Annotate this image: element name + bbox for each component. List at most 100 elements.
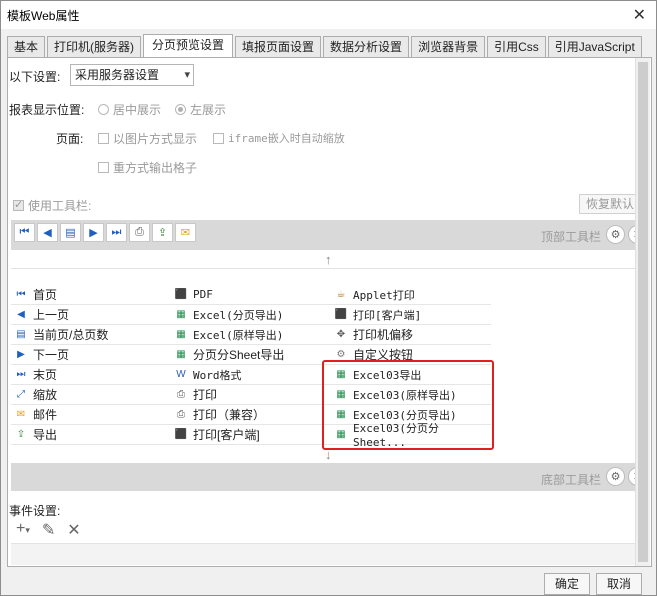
item-print[interactable]: ⎙ 打印 [171,385,331,405]
item-excel-page[interactable]: ▦ Excel(分页导出) [171,305,331,325]
item-label: 上一页 [33,308,70,322]
last-page-icon: ⏭ [16,369,26,380]
radio-left-dot [175,104,186,115]
item-printer-offset[interactable]: ✥ 打印机偏移 [331,325,491,345]
radio-left[interactable]: 左展示 [175,101,226,118]
top-toolbar-strip: ⏮ ◀ ▤ ▶ ⏭ ⎙ ⇪ ✉ 顶部工具栏 ⚙ ✕ [11,220,649,250]
last-page-icon[interactable]: ⏭ [106,223,127,242]
move-icon: ✥ [336,329,346,340]
repeat-output-checkbox[interactable]: 重方式输出格子 [98,159,197,176]
first-page-icon[interactable]: ⏮ [14,223,35,242]
mail-icon[interactable]: ✉ [175,223,196,242]
scrollbar-thumb[interactable] [638,62,648,562]
gear-icon[interactable]: ⚙ [606,225,625,244]
divider [11,268,649,269]
radio-center[interactable]: 居中展示 [98,101,161,118]
item-label: PDF [193,288,213,301]
restore-default-button[interactable]: 恢复默认 [579,194,641,214]
top-toolbar-label: 顶部工具栏 [540,230,601,244]
tab-fill-page[interactable]: 填报页面设置 [235,36,322,58]
item-export[interactable]: ⇪ 导出 [11,425,171,445]
prev-page-icon[interactable]: ◀ [37,223,58,242]
radio-center-dot [98,104,109,115]
item-label: 分页分Sheet导出 [193,348,285,362]
applet-icon: ☕ [336,289,346,300]
item-pdf[interactable]: ⬛ PDF [171,285,331,305]
event-toolbar: +▾ ✎ ✕ [16,520,81,540]
next-page-icon: ▶ [17,349,25,360]
top-toolbar-icons: ⏮ ◀ ▤ ▶ ⏭ ⎙ ⇪ ✉ [14,223,196,242]
item-label: 缩放 [33,388,58,402]
print-icon: ⎙ [177,389,185,400]
item-label: 打印[客户端] [353,308,422,322]
item-label: 首页 [33,288,58,302]
use-toolbar-checkbox[interactable]: 使用工具栏: [13,197,91,214]
item-last-page[interactable]: ⏭ 末页 [11,365,171,385]
dialog-window: 模板Web属性 ✕ 基本 打印机(服务器) 分页预览设置 填报页面设置 数据分析… [0,0,657,596]
item-pdf-print-client[interactable]: ⬛ 打印[客户端] [331,305,491,325]
item-label: Excel(原样导出) [193,328,284,342]
item-zoom[interactable]: ⤢ 缩放 [11,385,171,405]
tab-pagination-preview[interactable]: 分页预览设置 [143,34,234,59]
mail-icon: ✉ [16,409,26,420]
edit-icon[interactable]: ✎ [42,520,55,540]
mode-select-value: 采用服务器设置 [75,68,160,82]
delete-icon[interactable]: ✕ [67,520,80,540]
item-label: 导出 [33,428,58,442]
tab-browser-background[interactable]: 浏览器背景 [411,36,486,58]
item-label: 邮件 [33,408,58,422]
ok-button[interactable]: 确定 [544,573,590,595]
item-label: Excel(分页导出) [193,308,284,322]
item-mail[interactable]: ✉ 邮件 [11,405,171,425]
cancel-button[interactable]: 取消 [596,573,642,595]
image-mode-checkbox[interactable]: 以图片方式显示 [98,130,197,147]
bottom-toolbar-strip: 底部工具栏 ⚙ ✕ [11,463,649,491]
vertical-scrollbar[interactable] [635,58,650,566]
iframe-scale-label: iframe嵌入时自动缩放 [228,132,345,145]
tab-bar: 基本 打印机(服务器) 分页预览设置 填报页面设置 数据分析设置 浏览器背景 引… [7,34,644,59]
arrow-up-icon[interactable]: ↑ [325,252,332,267]
use-toolbar-label: 使用工具栏: [28,199,92,213]
excel-icon: ▦ [176,329,186,340]
radio-left-label: 左展示 [190,103,227,117]
print-icon: ⎙ [177,409,185,420]
item-label: 打印 [193,388,218,402]
event-list[interactable] [11,543,649,565]
print-icon[interactable]: ⎙ [129,223,150,242]
page-count-icon[interactable]: ▤ [60,223,81,242]
item-excel-original[interactable]: ▦ Excel(原样导出) [171,325,331,345]
word-icon: W [176,369,186,380]
use-toolbar-box [13,198,24,211]
iframe-scale-checkbox[interactable]: iframe嵌入时自动缩放 [213,130,345,146]
title-bar: 模板Web属性 ✕ [1,1,656,29]
item-label: 打印[客户端] [193,428,260,442]
export-icon[interactable]: ⇪ [152,223,173,242]
export-icon: ⇪ [16,429,26,440]
item-page-count[interactable]: ▤ 当前页/总页数 [11,325,171,345]
item-print-client[interactable]: ⬛ 打印[客户端] [171,425,331,445]
item-print-compat[interactable]: ⎙ 打印（兼容） [171,405,331,425]
tab-basic[interactable]: 基本 [7,36,46,58]
item-next-page[interactable]: ▶ 下一页 [11,345,171,365]
zoom-icon: ⤢ [17,389,25,400]
item-word[interactable]: W Word格式 [171,365,331,385]
tab-data-analysis[interactable]: 数据分析设置 [323,36,410,58]
item-prev-page[interactable]: ◀ 上一页 [11,305,171,325]
excel-icon: ▦ [176,309,186,320]
tab-javascript[interactable]: 引用JavaScript [547,36,642,58]
add-icon[interactable]: +▾ [16,520,30,540]
item-first-page[interactable]: ⏮ 首页 [11,285,171,305]
mode-select[interactable]: 采用服务器设置 ▾ [70,64,194,86]
print-client-icon: ⬛ [174,429,188,440]
page-label: 页面: [56,132,84,146]
prev-page-icon: ◀ [17,309,25,320]
item-label: 下一页 [33,348,70,362]
item-applet-print[interactable]: ☕ Applet打印 [331,285,491,305]
next-page-icon[interactable]: ▶ [83,223,104,242]
close-icon[interactable]: ✕ [633,5,646,25]
tab-css[interactable]: 引用Css [487,36,546,58]
arrow-down-icon[interactable]: ↓ [325,447,332,462]
item-sheet-export[interactable]: ▦ 分页分Sheet导出 [171,345,331,365]
tab-printer-server[interactable]: 打印机(服务器) [47,36,142,58]
gear-icon[interactable]: ⚙ [606,467,625,486]
